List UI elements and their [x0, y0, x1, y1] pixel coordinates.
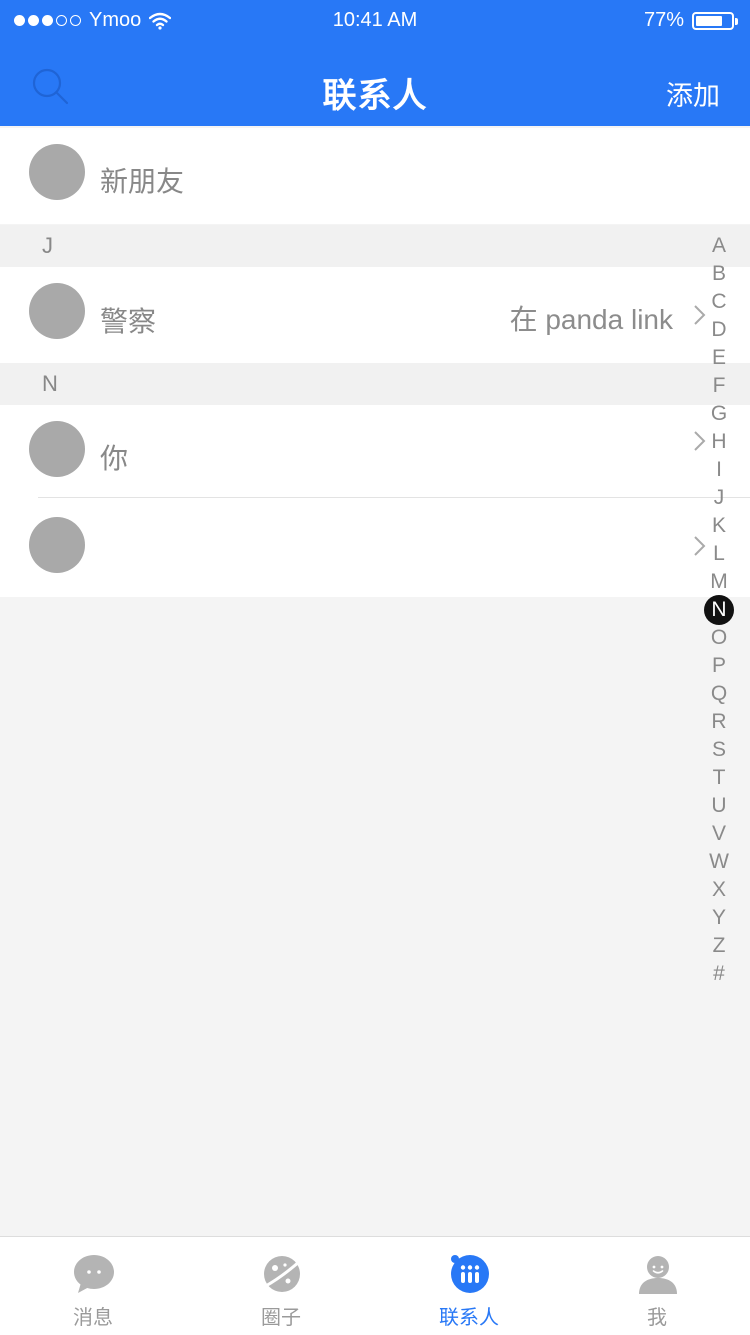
index-letter-n[interactable]: N	[704, 595, 734, 625]
tab-circles[interactable]: 圈子	[211, 1237, 351, 1335]
tab-label: 消息	[73, 1307, 113, 1329]
index-letter-d[interactable]: D	[704, 316, 734, 344]
avatar	[29, 421, 85, 477]
index-letter-c[interactable]: C	[704, 288, 734, 316]
new-friends-label: 新朋友	[100, 166, 185, 197]
person-icon	[639, 1256, 677, 1294]
section-letter: N	[42, 371, 58, 396]
add-contact-button[interactable]: 添加	[666, 74, 720, 113]
contact-status: 在 panda link	[509, 304, 673, 335]
index-letter-j[interactable]: J	[704, 484, 734, 512]
tab-me[interactable]: 我	[587, 1237, 727, 1335]
status-right: 77%	[643, 9, 738, 32]
tab-label: 我	[647, 1307, 667, 1329]
index-letter-t[interactable]: T	[704, 764, 734, 792]
avatar	[29, 517, 85, 573]
index-letter-m[interactable]: M	[704, 568, 734, 596]
index-letter-o[interactable]: O	[704, 624, 734, 652]
index-letter-s[interactable]: S	[704, 736, 734, 764]
header-bar: Ymoo 10:41 AM 77% 联系人 添加	[0, 0, 750, 126]
contact-name: 你	[100, 443, 129, 474]
index-letter-g[interactable]: G	[704, 400, 734, 428]
section-letter: J	[42, 233, 53, 258]
chat-bubble-icon	[74, 1255, 114, 1293]
index-letter-h[interactable]: H	[704, 428, 734, 456]
index-letter-k[interactable]: K	[704, 512, 734, 540]
new-friends-row[interactable]: 新朋友	[0, 128, 750, 224]
index-letter-w[interactable]: W	[704, 848, 734, 876]
index-letter-i[interactable]: I	[704, 456, 734, 484]
contact-name: 警察	[100, 306, 157, 337]
index-letter-e[interactable]: E	[704, 344, 734, 372]
section-header-j: J	[0, 225, 750, 267]
index-letter-a[interactable]: A	[704, 232, 734, 260]
status-bar: Ymoo 10:41 AM 77%	[0, 0, 750, 40]
index-letter-x[interactable]: X	[704, 876, 734, 904]
tab-contacts[interactable]: 联系人	[399, 1237, 539, 1335]
battery-icon	[692, 11, 738, 30]
alphabet-index[interactable]: A B C D E F G H I J K L M N O P Q R S T U V W X Y Z #	[704, 232, 734, 988]
avatar	[29, 283, 85, 339]
row-divider	[38, 497, 750, 498]
new-friends-avatar	[29, 144, 85, 200]
tab-label: 联系人	[439, 1307, 499, 1329]
index-letter-z[interactable]: Z	[704, 932, 734, 960]
index-letter-q[interactable]: Q	[704, 680, 734, 708]
tab-messages[interactable]: 消息	[23, 1237, 163, 1335]
index-letter-b[interactable]: B	[704, 260, 734, 288]
index-letter-f[interactable]: F	[704, 372, 734, 400]
page-title: 联系人	[322, 77, 428, 115]
index-letter-l[interactable]: L	[704, 540, 734, 568]
index-letter-v[interactable]: V	[704, 820, 734, 848]
index-letter-p[interactable]: P	[704, 652, 734, 680]
planet-icon	[263, 1256, 301, 1292]
section-header-n: N	[0, 363, 750, 405]
tab-bar: 消息 圈子 联系人 我	[0, 1236, 750, 1335]
contact-row[interactable]	[0, 498, 750, 597]
index-letter-y[interactable]: Y	[704, 904, 734, 932]
battery-percent: 77%	[643, 9, 684, 31]
index-letter-hash[interactable]: #	[704, 960, 734, 988]
status-time: 10:41 AM	[332, 9, 418, 31]
contacts-icon	[451, 1255, 489, 1293]
tab-label: 圈子	[261, 1307, 301, 1329]
index-letter-r[interactable]: R	[704, 708, 734, 736]
contact-row[interactable]: 你	[0, 405, 750, 498]
index-letter-u[interactable]: U	[704, 792, 734, 820]
contact-row[interactable]: 警察 在 panda link	[0, 267, 750, 363]
